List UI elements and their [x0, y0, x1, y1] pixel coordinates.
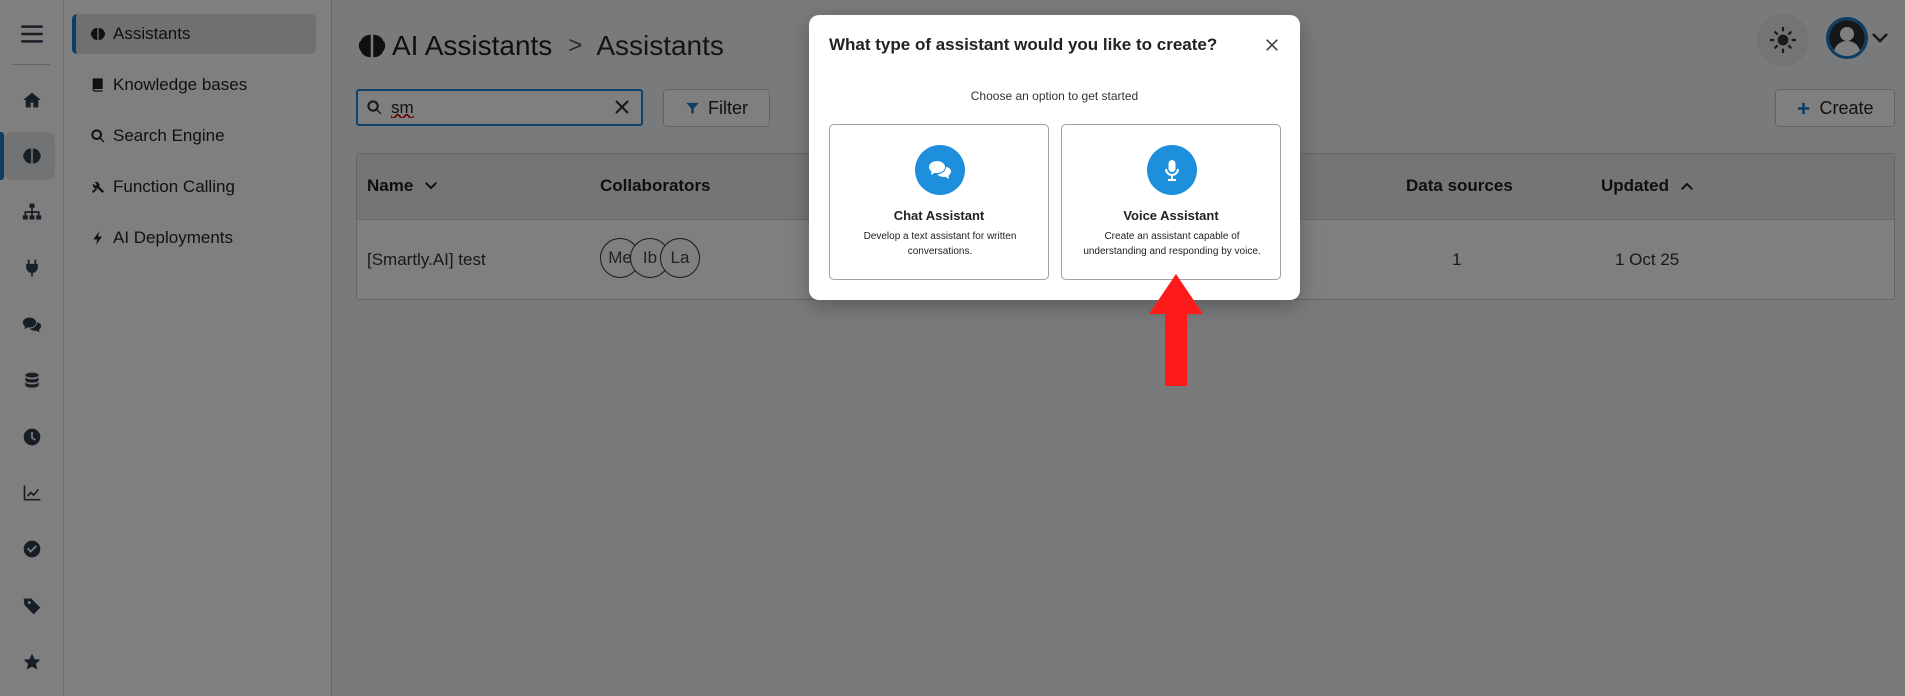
chat-assistant-option[interactable]: Chat Assistant Develop a text assistant …: [829, 124, 1049, 280]
dialog-subtitle: Choose an option to get started: [970, 89, 1139, 103]
dialog-title: What type of assistant would you like to…: [829, 35, 1218, 54]
microphone-icon: [1147, 145, 1197, 195]
option-description: Develop a text assistant for written con…: [863, 231, 1017, 257]
chat-bubbles-icon: [915, 145, 965, 195]
voice-assistant-option[interactable]: Voice Assistant Create an assistant capa…: [1061, 124, 1281, 280]
close-icon[interactable]: [1262, 35, 1282, 55]
option-title: Chat Assistant: [893, 208, 985, 223]
option-title: Voice Assistant: [1123, 208, 1219, 223]
create-assistant-dialog: What type of assistant would you like to…: [809, 15, 1300, 300]
annotation-arrow-icon: [1149, 274, 1203, 386]
option-description: Create an assistant capable of understan…: [1083, 231, 1261, 257]
